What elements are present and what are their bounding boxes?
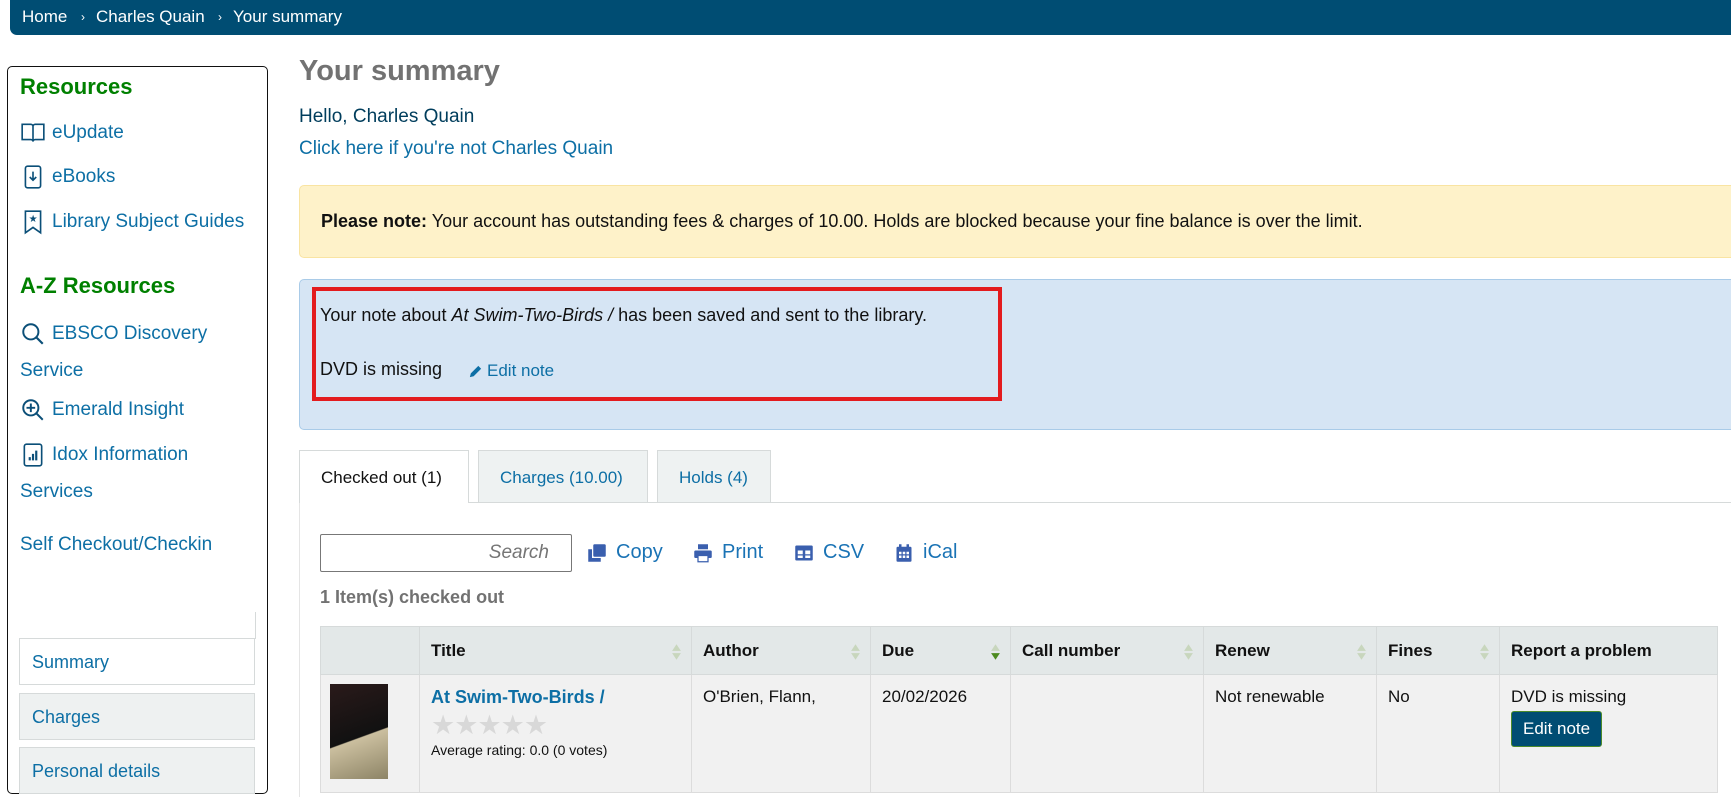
note-saved-message: Your note about At Swim-Two-Birds / has … xyxy=(320,305,928,325)
download-book-icon xyxy=(24,165,42,189)
tab-checked-out[interactable]: Checked out (1) xyxy=(299,450,469,503)
print-icon xyxy=(694,543,712,562)
star-rating[interactable]: ★★★★★ xyxy=(431,708,680,742)
fines-header[interactable]: Fines xyxy=(1376,626,1500,675)
panel-border xyxy=(299,502,300,797)
author-cell: O'Brien, Flann, xyxy=(691,674,871,793)
csv-button[interactable]: CSV xyxy=(794,541,864,564)
sidebar-link-ebooks[interactable]: eBooks xyxy=(20,164,115,190)
title-cell: At Swim-Two-Birds / ★★★★★ Average rating… xyxy=(419,674,692,793)
table-row: At Swim-Two-Birds / ★★★★★ Average rating… xyxy=(320,674,1718,793)
sort-icon xyxy=(672,644,681,660)
sidebar-link-ebsco[interactable]: EBSCO Discovery xyxy=(20,321,207,347)
due-header[interactable]: Due xyxy=(870,626,1011,675)
call-number-cell xyxy=(1010,674,1204,793)
renew-cell: Not renewable xyxy=(1203,674,1377,793)
divider xyxy=(255,612,256,639)
nav-personal-details[interactable]: Personal details xyxy=(19,747,255,794)
sidebar-link-ebsco-cont[interactable]: Service xyxy=(20,360,83,382)
greeting: Hello, Charles Quain xyxy=(299,106,475,127)
sort-icon xyxy=(1480,644,1489,660)
checkouts-table: Title Author Due Call number Renew Fines… xyxy=(320,626,1718,793)
sort-icon xyxy=(1184,644,1193,660)
checked-out-count: 1 Item(s) checked out xyxy=(320,587,505,607)
cover-cell xyxy=(320,674,420,793)
nav-charges[interactable]: Charges xyxy=(19,693,255,740)
book-open-icon xyxy=(21,123,45,142)
rating-text: Average rating: 0.0 (0 votes) xyxy=(431,742,608,758)
zoom-in-icon xyxy=(22,399,44,421)
chart-doc-icon xyxy=(23,443,43,467)
chevron-right-icon: › xyxy=(81,10,85,24)
cover-header xyxy=(320,626,420,675)
author-header[interactable]: Author xyxy=(691,626,871,675)
tab-divider xyxy=(299,502,1731,503)
edit-note-link[interactable]: Edit note xyxy=(468,361,554,381)
title-header[interactable]: Title xyxy=(419,626,692,675)
breadcrumb-user[interactable]: Charles Quain xyxy=(96,7,205,27)
fines-cell: No xyxy=(1376,674,1500,793)
search-input[interactable] xyxy=(320,534,572,572)
az-resources-heading: A-Z Resources xyxy=(20,273,176,298)
page-title: Your summary xyxy=(299,55,500,87)
report-problem-header: Report a problem xyxy=(1499,626,1718,675)
search-icon xyxy=(22,323,44,345)
nav-summary[interactable]: Summary xyxy=(19,638,255,685)
call-number-header[interactable]: Call number xyxy=(1010,626,1204,675)
sort-desc-icon xyxy=(991,644,1000,660)
copy-button[interactable]: Copy xyxy=(587,541,663,564)
bookmark-star-icon: ★ xyxy=(24,210,42,235)
calendar-icon xyxy=(896,543,912,562)
breadcrumb: Home › Charles Quain › Your summary xyxy=(10,0,1731,35)
title-link[interactable]: At Swim-Two-Birds / xyxy=(431,687,605,707)
not-me-link[interactable]: Click here if you're not Charles Quain xyxy=(299,138,613,160)
report-problem-cell: DVD is missing Edit note xyxy=(1499,674,1718,793)
svg-text:★: ★ xyxy=(29,214,38,225)
book-cover-image[interactable] xyxy=(330,684,388,779)
print-button[interactable]: Print xyxy=(693,541,763,564)
renew-header[interactable]: Renew xyxy=(1203,626,1377,675)
sort-icon xyxy=(1357,644,1366,660)
pencil-icon xyxy=(469,365,482,377)
note-text: DVD is missing xyxy=(320,359,443,379)
breadcrumb-current: Your summary xyxy=(233,7,342,26)
table-icon xyxy=(795,545,813,560)
ical-button[interactable]: iCal xyxy=(894,541,957,564)
sidebar-link-self-checkout[interactable]: Self Checkout/Checkin xyxy=(20,534,212,556)
tab-holds[interactable]: Holds (4) xyxy=(657,450,771,502)
sidebar: Resources eUpdate eBooks ★ Library Subje… xyxy=(7,66,268,794)
edit-note-button[interactable]: Edit note xyxy=(1511,711,1603,747)
chevron-right-icon: › xyxy=(218,10,222,24)
sidebar-link-idox-cont[interactable]: Services xyxy=(20,481,93,503)
sort-icon xyxy=(851,644,860,660)
sidebar-link-eupdate[interactable]: eUpdate xyxy=(20,120,124,146)
due-cell: 20/02/2026 xyxy=(870,674,1011,793)
breadcrumb-home[interactable]: Home xyxy=(22,7,67,27)
sidebar-link-idox[interactable]: Idox Information xyxy=(20,442,188,468)
sidebar-link-emerald[interactable]: Emerald Insight xyxy=(20,397,184,423)
resources-heading: Resources xyxy=(20,74,133,99)
sidebar-link-subject-guides[interactable]: ★ Library Subject Guides xyxy=(20,209,244,235)
copy-icon xyxy=(588,543,606,562)
table-header-row: Title Author Due Call number Renew Fines… xyxy=(320,626,1718,675)
tab-charges[interactable]: Charges (10.00) xyxy=(478,450,648,502)
fines-warning: Please note: Your account has outstandin… xyxy=(299,185,1731,258)
